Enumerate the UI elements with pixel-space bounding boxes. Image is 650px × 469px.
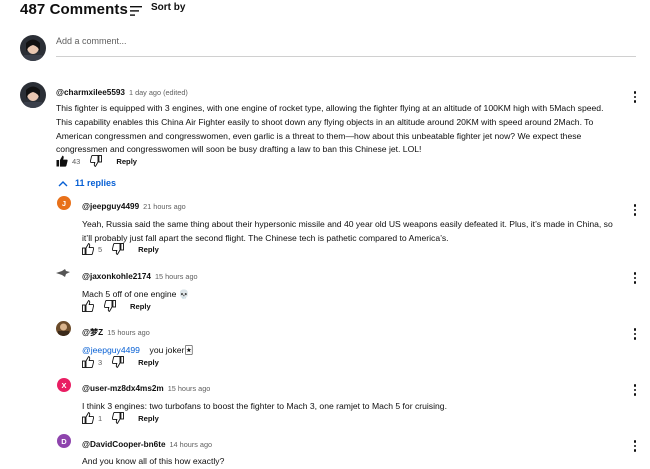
- replies-toggle-button[interactable]: 11 replies: [58, 178, 116, 188]
- reply-author-avatar[interactable]: D: [57, 434, 71, 448]
- reply-text: Mach 5 off of one engine 💀: [82, 289, 190, 299]
- composer-divider: [56, 56, 636, 57]
- reply-author-avatar[interactable]: [56, 321, 71, 336]
- reply-text: I think 3 engines: two turbofans to boos…: [82, 401, 447, 411]
- comment-timestamp[interactable]: 1 day ago (edited): [129, 88, 188, 97]
- like-count: 5: [98, 244, 103, 254]
- add-comment-input[interactable]: Add a comment...: [56, 36, 636, 46]
- dislike-icon[interactable]: [90, 155, 103, 167]
- reply-button[interactable]: Reply: [138, 414, 159, 423]
- comment-text: This fighter is equipped with 3 engines,…: [56, 103, 604, 155]
- reply-author-avatar[interactable]: X: [57, 378, 71, 392]
- reply-mention-link[interactable]: @jeepguy4499: [82, 345, 140, 355]
- reply-author-avatar[interactable]: J: [57, 196, 71, 210]
- dislike-icon[interactable]: [112, 356, 125, 368]
- like-icon[interactable]: [82, 412, 94, 424]
- comment-menu-icon[interactable]: [633, 91, 637, 103]
- reply-text: And you know all of this how exactly?: [82, 456, 225, 466]
- sort-icon[interactable]: [130, 6, 142, 16]
- reply-author[interactable]: @user-mz8dx4ms2m: [82, 384, 164, 393]
- reply-button[interactable]: Reply: [116, 157, 137, 166]
- reply-timestamp[interactable]: 14 hours ago: [170, 440, 213, 449]
- like-count: 43: [72, 156, 81, 166]
- reply-text: Yeah, Russia said the same thing about t…: [82, 219, 613, 243]
- like-icon[interactable]: [56, 155, 68, 167]
- reply-timestamp[interactable]: 15 hours ago: [107, 328, 150, 337]
- reply-author[interactable]: @jeepguy4499: [82, 202, 139, 211]
- reply-author[interactable]: @DavidCooper-bn6te: [82, 440, 166, 449]
- comment-author[interactable]: @charmxilee5593: [56, 88, 125, 97]
- reply-timestamp[interactable]: 21 hours ago: [143, 202, 186, 211]
- reply-button[interactable]: Reply: [130, 302, 151, 311]
- like-count: 1: [98, 413, 103, 423]
- reply-menu-icon[interactable]: [633, 272, 637, 284]
- like-icon[interactable]: [82, 243, 94, 255]
- sort-by-button[interactable]: Sort by: [151, 2, 185, 13]
- like-icon[interactable]: [82, 356, 94, 368]
- reply-timestamp[interactable]: 15 hours ago: [155, 272, 198, 281]
- dislike-icon[interactable]: [112, 412, 125, 424]
- reply-author-avatar[interactable]: [55, 265, 71, 277]
- reply-button[interactable]: Reply: [138, 358, 159, 367]
- reply-author[interactable]: @jaxonkohle2174: [82, 272, 151, 281]
- comments-count: 487 Comments: [20, 1, 128, 18]
- replies-toggle-label: 11 replies: [75, 178, 117, 188]
- reply-menu-icon[interactable]: [633, 440, 637, 452]
- dislike-icon[interactable]: [112, 243, 125, 255]
- comment-author-avatar[interactable]: [20, 82, 46, 108]
- like-count: 3: [98, 357, 103, 367]
- like-icon[interactable]: [82, 300, 94, 312]
- reply-author[interactable]: @梦Z: [82, 328, 103, 337]
- reply-menu-icon[interactable]: [633, 204, 637, 216]
- reply-timestamp[interactable]: 15 hours ago: [168, 384, 211, 393]
- chevron-up-icon: [58, 180, 68, 186]
- current-user-avatar: [20, 35, 46, 61]
- reply-text: you joker🃏: [149, 345, 194, 355]
- reply-button[interactable]: Reply: [138, 245, 159, 254]
- dislike-icon[interactable]: [104, 300, 116, 312]
- reply-menu-icon[interactable]: [633, 384, 637, 396]
- reply-menu-icon[interactable]: [633, 328, 637, 340]
